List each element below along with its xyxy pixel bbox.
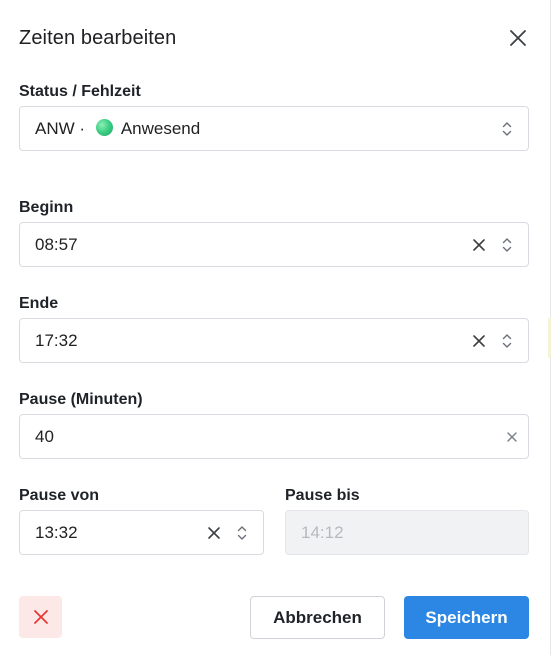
edit-times-dialog: Zeiten bearbeiten Status / Fehlzeit ANW … — [0, 0, 551, 655]
pause-minutes-label: Pause (Minuten) — [19, 391, 143, 408]
pause-minutes-value: 40 — [35, 426, 54, 446]
pause-to-label: Pause bis — [285, 487, 360, 504]
close-icon — [510, 30, 526, 46]
status-separator: · — [79, 118, 86, 138]
end-chevron-up-down-icon — [496, 319, 518, 362]
end-time-value: 17:32 — [35, 330, 78, 350]
pause-from-chevron-up-down-icon — [231, 511, 253, 554]
pause-from-clear-icon[interactable] — [203, 511, 225, 554]
pause-from-value: 13:32 — [35, 522, 78, 542]
status-chevron-up-down-icon — [496, 107, 518, 150]
status-select[interactable]: ANW · Anwesend — [19, 106, 529, 151]
status-label: Status / Fehlzeit — [19, 83, 141, 100]
start-chevron-up-down-icon — [496, 223, 518, 266]
status-dot-icon — [95, 118, 113, 136]
pause-to-field: 14:12 — [285, 510, 529, 555]
pause-from-select[interactable]: 13:32 — [19, 510, 264, 555]
start-time-select[interactable]: 08:57 — [19, 222, 529, 267]
pause-minutes-clear-icon[interactable] — [502, 415, 522, 458]
status-value: ANW · Anwesend — [35, 118, 528, 139]
end-label: Ende — [19, 295, 59, 312]
delete-button[interactable] — [19, 596, 62, 638]
dialog-title: Zeiten bearbeiten — [19, 27, 177, 49]
start-label: Beginn — [19, 199, 74, 216]
pause-from-label: Pause von — [19, 487, 100, 504]
status-text: Anwesend — [120, 118, 201, 138]
start-time-value: 08:57 — [35, 234, 78, 254]
cancel-button[interactable]: Abbrechen — [250, 596, 385, 639]
start-clear-icon[interactable] — [468, 223, 490, 266]
end-clear-icon[interactable] — [468, 319, 490, 362]
close-button[interactable] — [503, 23, 533, 53]
save-button[interactable]: Speichern — [404, 596, 529, 639]
pause-to-value: 14:12 — [301, 522, 344, 542]
end-time-select[interactable]: 17:32 — [19, 318, 529, 363]
status-code: ANW — [35, 118, 75, 138]
delete-x-icon — [33, 610, 48, 624]
pause-minutes-input[interactable]: 40 — [19, 414, 529, 459]
